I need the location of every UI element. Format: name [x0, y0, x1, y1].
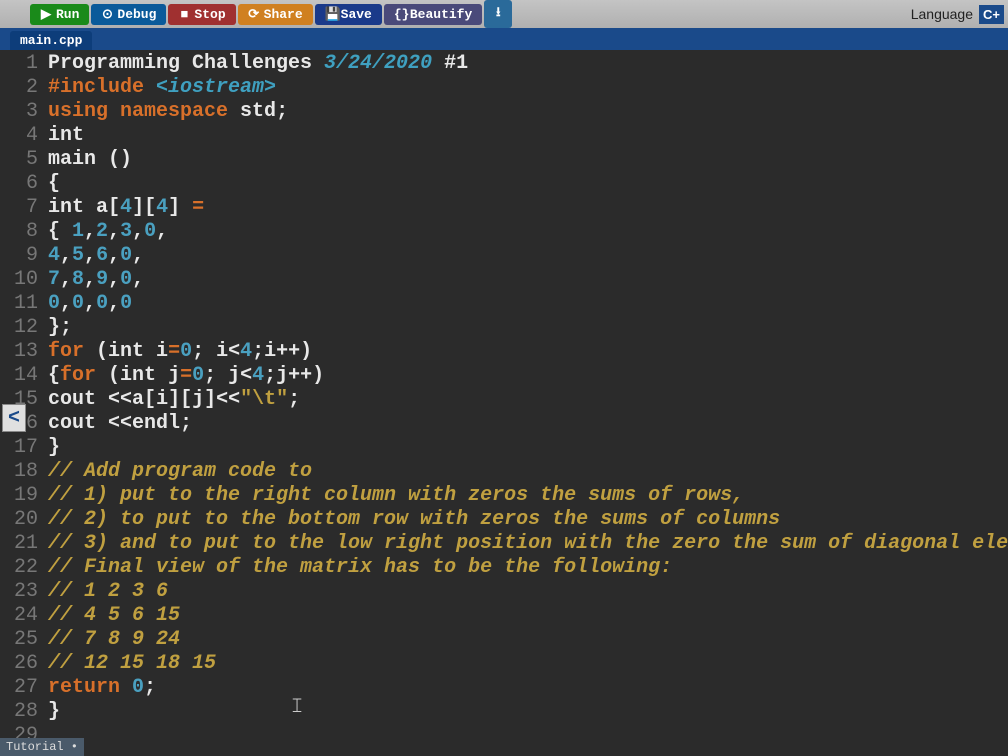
line-number: 17 — [0, 436, 48, 460]
line-number: 18 — [0, 460, 48, 484]
tab-bar: main.cpp — [0, 28, 1008, 50]
line-number: 28 — [0, 700, 48, 724]
line-number: 7 — [0, 196, 48, 220]
debug-button[interactable]: ⊙ Debug — [91, 4, 166, 25]
line-number: 20 — [0, 508, 48, 532]
beautify-button[interactable]: {} Beautify — [384, 4, 482, 25]
language-value: C+ — [979, 5, 1004, 24]
line-number: 8 — [0, 220, 48, 244]
debug-icon: ⊙ — [101, 7, 113, 22]
run-label: Run — [56, 7, 79, 22]
collapse-panel-button[interactable]: < — [2, 404, 26, 432]
language-selector[interactable]: Language C+ — [911, 5, 1008, 24]
line-number: 1 — [0, 52, 48, 76]
text-cursor-icon: 𝙸 — [290, 695, 304, 719]
line-number: 11 — [0, 292, 48, 316]
save-label: Save — [341, 7, 372, 22]
line-number: 25 — [0, 628, 48, 652]
line-number: 27 — [0, 676, 48, 700]
share-label: Share — [264, 7, 303, 22]
tab-main-cpp[interactable]: main.cpp — [10, 31, 92, 50]
beautify-label: Beautify — [410, 7, 472, 22]
beautify-icon: {} — [394, 7, 406, 22]
run-button[interactable]: ▶ Run — [30, 4, 89, 25]
line-number: 3 — [0, 100, 48, 124]
play-icon: ▶ — [40, 7, 52, 22]
toolbar: ▶ Run ⊙ Debug ■ Stop ⟳ Share 💾 Save {} Beautif… — [0, 0, 1008, 28]
line-number: 22 — [0, 556, 48, 580]
line-number: 24 — [0, 604, 48, 628]
line-number: 9 — [0, 244, 48, 268]
download-icon: ⭳ — [492, 3, 504, 25]
line-number: 10 — [0, 268, 48, 292]
stop-icon: ■ — [178, 7, 190, 22]
line-number: 26 — [0, 652, 48, 676]
line-number: 21 — [0, 532, 48, 556]
line-number: 12 — [0, 316, 48, 340]
language-label: Language — [911, 6, 973, 22]
share-icon: ⟳ — [248, 7, 260, 22]
stop-button[interactable]: ■ Stop — [168, 4, 235, 25]
share-button[interactable]: ⟳ Share — [238, 4, 313, 25]
download-button[interactable]: ⭳ — [484, 0, 512, 28]
line-number: 5 — [0, 148, 48, 172]
line-number: 13 — [0, 340, 48, 364]
line-number: 14 — [0, 364, 48, 388]
line-number: 19 — [0, 484, 48, 508]
code-editor[interactable]: 1Programming Challenges 3/24/2020 #1 2#i… — [0, 50, 1008, 748]
debug-label: Debug — [117, 7, 156, 22]
line-number: 2 — [0, 76, 48, 100]
save-button[interactable]: 💾 Save — [315, 4, 382, 25]
tutorial-tab[interactable]: Tutorial • — [0, 738, 84, 756]
line-number: 6 — [0, 172, 48, 196]
line-number: 4 — [0, 124, 48, 148]
stop-label: Stop — [194, 7, 225, 22]
line-number: 23 — [0, 580, 48, 604]
save-icon: 💾 — [325, 7, 337, 22]
